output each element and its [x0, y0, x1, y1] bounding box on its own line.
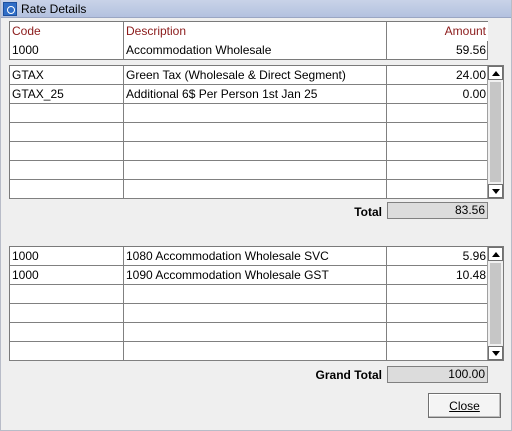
- title-bar[interactable]: Rate Details: [1, 0, 511, 18]
- charge-row-code: [10, 285, 124, 304]
- tax-row-amount: [387, 142, 488, 161]
- rate-window-icon: [3, 1, 17, 16]
- base-description: Accommodation Wholesale: [124, 41, 387, 60]
- charge-row[interactable]: [10, 304, 487, 323]
- charge-row-description: [124, 323, 387, 342]
- tax-row[interactable]: [10, 142, 487, 161]
- tax-row-code: [10, 142, 124, 161]
- base-rate-row[interactable]: 1000 Accommodation Wholesale 59.56: [10, 41, 487, 60]
- arrow-up-icon[interactable]: [488, 247, 503, 261]
- arrow-down-icon[interactable]: [488, 346, 503, 360]
- header-code: Code: [10, 22, 124, 41]
- charge-row-description: [124, 342, 387, 361]
- charge-row-amount: 10.48: [455, 268, 486, 282]
- tax-scrollbar[interactable]: [487, 66, 503, 198]
- charge-row-description: [124, 304, 387, 323]
- charge-row-description: 1080 Accommodation Wholesale SVC: [124, 247, 387, 266]
- tax-row-code: GTAX_25: [10, 85, 124, 104]
- tax-row[interactable]: [10, 180, 487, 199]
- charge-row[interactable]: 1000 1090 Accommodation Wholesale GST 10.4…: [10, 266, 487, 285]
- header-amount: Amount: [387, 22, 488, 41]
- window-title: Rate Details: [21, 1, 87, 16]
- rate-details-window: Rate Details Code Description Amount 100…: [0, 0, 512, 431]
- grand-total-label: Grand Total: [315, 368, 382, 382]
- tax-row[interactable]: GTAX_25 Additional 6$ Per Person 1st Jan …: [10, 85, 487, 104]
- base-amount: 59.56: [455, 43, 486, 57]
- charge-row-amount: 5.96: [462, 249, 486, 263]
- tax-row-amount: [387, 161, 488, 180]
- tax-row-description: [124, 161, 387, 180]
- tax-row-code: GTAX: [10, 66, 124, 85]
- tax-row-code: [10, 180, 124, 199]
- charge-row-code: [10, 304, 124, 323]
- tax-row-code: [10, 161, 124, 180]
- tax-row-amount: [387, 123, 488, 142]
- tax-scroll-thumb[interactable]: [490, 82, 501, 182]
- rate-base-grid: Code Description Amount 1000 Accommodati…: [9, 21, 488, 60]
- tax-row[interactable]: [10, 161, 487, 180]
- tax-row-code: [10, 123, 124, 142]
- header-description: Description: [124, 22, 387, 41]
- charge-scrollbar[interactable]: [487, 247, 503, 360]
- tax-row-description: [124, 123, 387, 142]
- tax-row-description: [124, 180, 387, 199]
- close-button[interactable]: Close: [428, 393, 501, 418]
- tax-row[interactable]: [10, 123, 487, 142]
- tax-row-amount: 24.00: [455, 68, 486, 82]
- tax-row-description: [124, 142, 387, 161]
- charge-row-amount: [387, 342, 488, 361]
- charge-row-code: 1000: [10, 247, 124, 266]
- charge-row-description: 1090 Accommodation Wholesale GST: [124, 266, 387, 285]
- total-label: Total: [354, 205, 382, 219]
- tax-row-amount: [387, 180, 488, 199]
- base-code: 1000: [10, 41, 124, 60]
- tax-row-code: [10, 104, 124, 123]
- tax-row-amount: 0.00: [462, 87, 486, 101]
- charge-row-code: [10, 323, 124, 342]
- header-row: Code Description Amount: [10, 22, 488, 41]
- charge-grid: 1000 1080 Accommodation Wholesale SVC 5.96…: [9, 246, 504, 361]
- tax-row[interactable]: [10, 104, 487, 123]
- tax-row[interactable]: GTAX Green Tax (Wholesale & Direct Segmen…: [10, 66, 487, 85]
- tax-row-description: Additional 6$ Per Person 1st Jan 25: [124, 85, 387, 104]
- grand-total-value: 100.00: [387, 366, 488, 383]
- tax-grid: GTAX Green Tax (Wholesale & Direct Segmen…: [9, 65, 504, 199]
- tax-row-description: [124, 104, 387, 123]
- tax-row-description: Green Tax (Wholesale & Direct Segment): [124, 66, 387, 85]
- charge-row[interactable]: 1000 1080 Accommodation Wholesale SVC 5.96: [10, 247, 487, 266]
- charge-row-description: [124, 285, 387, 304]
- charge-row[interactable]: [10, 285, 487, 304]
- arrow-down-icon[interactable]: [488, 184, 503, 198]
- charge-row[interactable]: [10, 323, 487, 342]
- charge-row-amount: [387, 304, 488, 323]
- charge-row-code: [10, 342, 124, 361]
- charge-row-amount: [387, 285, 488, 304]
- charge-scroll-thumb[interactable]: [490, 263, 501, 344]
- arrow-up-icon[interactable]: [488, 66, 503, 80]
- charge-row[interactable]: [10, 342, 487, 361]
- tax-row-amount: [387, 104, 488, 123]
- charge-row-code: 1000: [10, 266, 124, 285]
- charge-row-amount: [387, 323, 488, 342]
- total-value: 83.56: [387, 202, 488, 219]
